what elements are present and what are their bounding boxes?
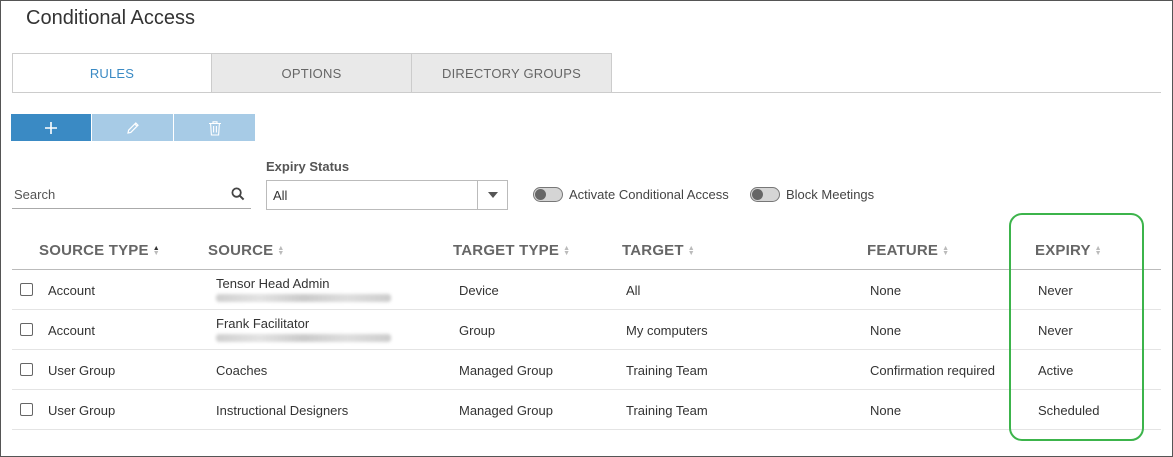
expiry-status-select[interactable]: All: [266, 180, 508, 210]
cell-source: Frank Facilitator: [216, 316, 309, 331]
cell-source: Instructional Designers: [216, 403, 348, 418]
sort-icon: ▲▼: [563, 246, 570, 256]
cell-target: Training Team: [626, 363, 708, 378]
column-header-feature[interactable]: FEATURE ▲▼: [867, 242, 949, 259]
search-box: [12, 181, 251, 209]
cell-feature: None: [870, 283, 901, 298]
block-meetings-label: Block Meetings: [786, 187, 874, 202]
column-header-target-type[interactable]: TARGET TYPE ▲▼: [453, 242, 570, 259]
delete-rule-button[interactable]: [174, 114, 255, 141]
cell-feature: None: [870, 403, 901, 418]
cell-source: Coaches: [216, 363, 267, 378]
cell-target-type: Group: [459, 323, 495, 338]
search-icon[interactable]: [231, 187, 245, 201]
search-input[interactable]: [12, 181, 222, 207]
column-header-source[interactable]: SOURCE ▲▼: [208, 242, 285, 259]
cell-source: Tensor Head Admin: [216, 276, 329, 291]
cell-target-type: Device: [459, 283, 499, 298]
table-row[interactable]: User Group Instructional Designers Manag…: [12, 390, 1161, 430]
expiry-status-value: All: [267, 188, 477, 203]
row-checkbox[interactable]: [20, 363, 33, 376]
cell-source-type: User Group: [48, 403, 115, 418]
cell-target-type: Managed Group: [459, 403, 553, 418]
sort-icon: ▲▼: [942, 246, 949, 256]
toggle-switch[interactable]: [750, 187, 780, 202]
chevron-down-icon[interactable]: [477, 181, 507, 209]
tabs-divider: [12, 92, 1161, 93]
activate-conditional-access-toggle[interactable]: Activate Conditional Access: [533, 187, 729, 202]
block-meetings-toggle[interactable]: Block Meetings: [750, 187, 874, 202]
cell-feature: None: [870, 323, 901, 338]
toggle-switch[interactable]: [533, 187, 563, 202]
row-checkbox[interactable]: [20, 283, 33, 296]
activate-conditional-access-label: Activate Conditional Access: [569, 187, 729, 202]
row-checkbox[interactable]: [20, 323, 33, 336]
expiry-status-label: Expiry Status: [266, 159, 349, 174]
tab-options[interactable]: OPTIONS: [212, 53, 412, 93]
cell-target: Training Team: [626, 403, 708, 418]
tab-directory-groups[interactable]: DIRECTORY GROUPS: [412, 53, 612, 93]
cell-source-type: Account: [48, 323, 95, 338]
cell-feature: Confirmation required: [870, 363, 995, 378]
tab-rules[interactable]: RULES: [12, 53, 212, 93]
edit-rule-button[interactable]: [92, 114, 173, 141]
plus-icon: [44, 121, 58, 135]
pencil-icon: [125, 120, 141, 136]
redacted-email: [216, 334, 391, 342]
sort-icon: ▲▼: [153, 246, 160, 256]
cell-target: My computers: [626, 323, 708, 338]
add-rule-button[interactable]: [11, 114, 91, 141]
column-header-target[interactable]: TARGET ▲▼: [622, 242, 695, 259]
expiry-column-highlight: [1009, 213, 1144, 441]
sort-icon: ▲▼: [277, 246, 284, 256]
page-title: Conditional Access: [26, 7, 195, 30]
tab-bar: RULES OPTIONS DIRECTORY GROUPS: [12, 53, 612, 93]
redacted-email: [216, 294, 391, 302]
cell-source-type: Account: [48, 283, 95, 298]
sort-icon: ▲▼: [688, 246, 695, 256]
table-header: SOURCE TYPE ▲▼ SOURCE ▲▼ TARGET TYPE ▲▼ …: [12, 230, 1161, 270]
rule-toolbar: [11, 114, 256, 141]
column-header-source-type[interactable]: SOURCE TYPE ▲▼: [39, 242, 160, 259]
cell-target: All: [626, 283, 640, 298]
table-row[interactable]: Account Frank Facilitator Group My compu…: [12, 310, 1161, 350]
cell-target-type: Managed Group: [459, 363, 553, 378]
trash-icon: [208, 120, 222, 136]
table-row[interactable]: User Group Coaches Managed Group Trainin…: [12, 350, 1161, 390]
row-checkbox[interactable]: [20, 403, 33, 416]
cell-source-type: User Group: [48, 363, 115, 378]
table-row[interactable]: Account Tensor Head Admin Device All Non…: [12, 270, 1161, 310]
